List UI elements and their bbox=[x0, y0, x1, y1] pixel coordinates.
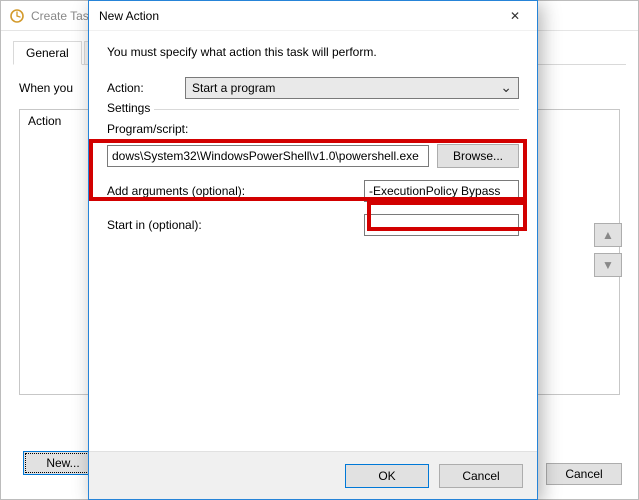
new-action-title: New Action bbox=[99, 9, 493, 23]
instruction-text: You must specify what action this task w… bbox=[107, 45, 519, 59]
move-up-button[interactable]: ▲ bbox=[594, 223, 622, 247]
new-action-body: You must specify what action this task w… bbox=[89, 31, 537, 451]
program-script-input[interactable]: dows\System32\WindowsPowerShell\v1.0\pow… bbox=[107, 145, 429, 167]
arguments-value: -ExecutionPolicy Bypass bbox=[369, 184, 500, 198]
program-script-value: dows\System32\WindowsPowerShell\v1.0\pow… bbox=[112, 149, 419, 163]
settings-group: Settings Program/script: dows\System32\W… bbox=[107, 109, 519, 236]
new-action-dialog: New Action ✕ You must specify what actio… bbox=[88, 0, 538, 500]
new-action-titlebar[interactable]: New Action ✕ bbox=[89, 1, 537, 31]
ok-button[interactable]: OK bbox=[345, 464, 429, 488]
chevron-down-icon: ▼ bbox=[602, 258, 614, 272]
startin-label: Start in (optional): bbox=[107, 218, 267, 232]
new-action-footer: OK Cancel bbox=[89, 451, 537, 499]
action-select-value: Start a program bbox=[192, 81, 275, 95]
close-button[interactable]: ✕ bbox=[493, 1, 537, 30]
action-label: Action: bbox=[107, 81, 177, 95]
move-down-button[interactable]: ▼ bbox=[594, 253, 622, 277]
clock-icon bbox=[9, 8, 25, 24]
when-you-label: When you bbox=[19, 81, 73, 95]
col-action: Action bbox=[28, 114, 61, 128]
close-icon: ✕ bbox=[510, 9, 520, 23]
cancel-button[interactable]: Cancel bbox=[439, 464, 523, 488]
startin-input[interactable] bbox=[364, 214, 519, 236]
arguments-label: Add arguments (optional): bbox=[107, 184, 267, 198]
settings-label: Settings bbox=[107, 101, 154, 115]
tab-general[interactable]: General bbox=[13, 41, 82, 65]
browse-button[interactable]: Browse... bbox=[437, 144, 519, 168]
create-task-title: Create Task bbox=[31, 9, 95, 23]
chevron-up-icon: ▲ bbox=[602, 228, 614, 242]
create-task-cancel-button[interactable]: Cancel bbox=[546, 463, 622, 485]
program-label: Program/script: bbox=[107, 122, 519, 136]
arguments-input[interactable]: -ExecutionPolicy Bypass bbox=[364, 180, 519, 202]
action-select[interactable]: Start a program bbox=[185, 77, 519, 99]
